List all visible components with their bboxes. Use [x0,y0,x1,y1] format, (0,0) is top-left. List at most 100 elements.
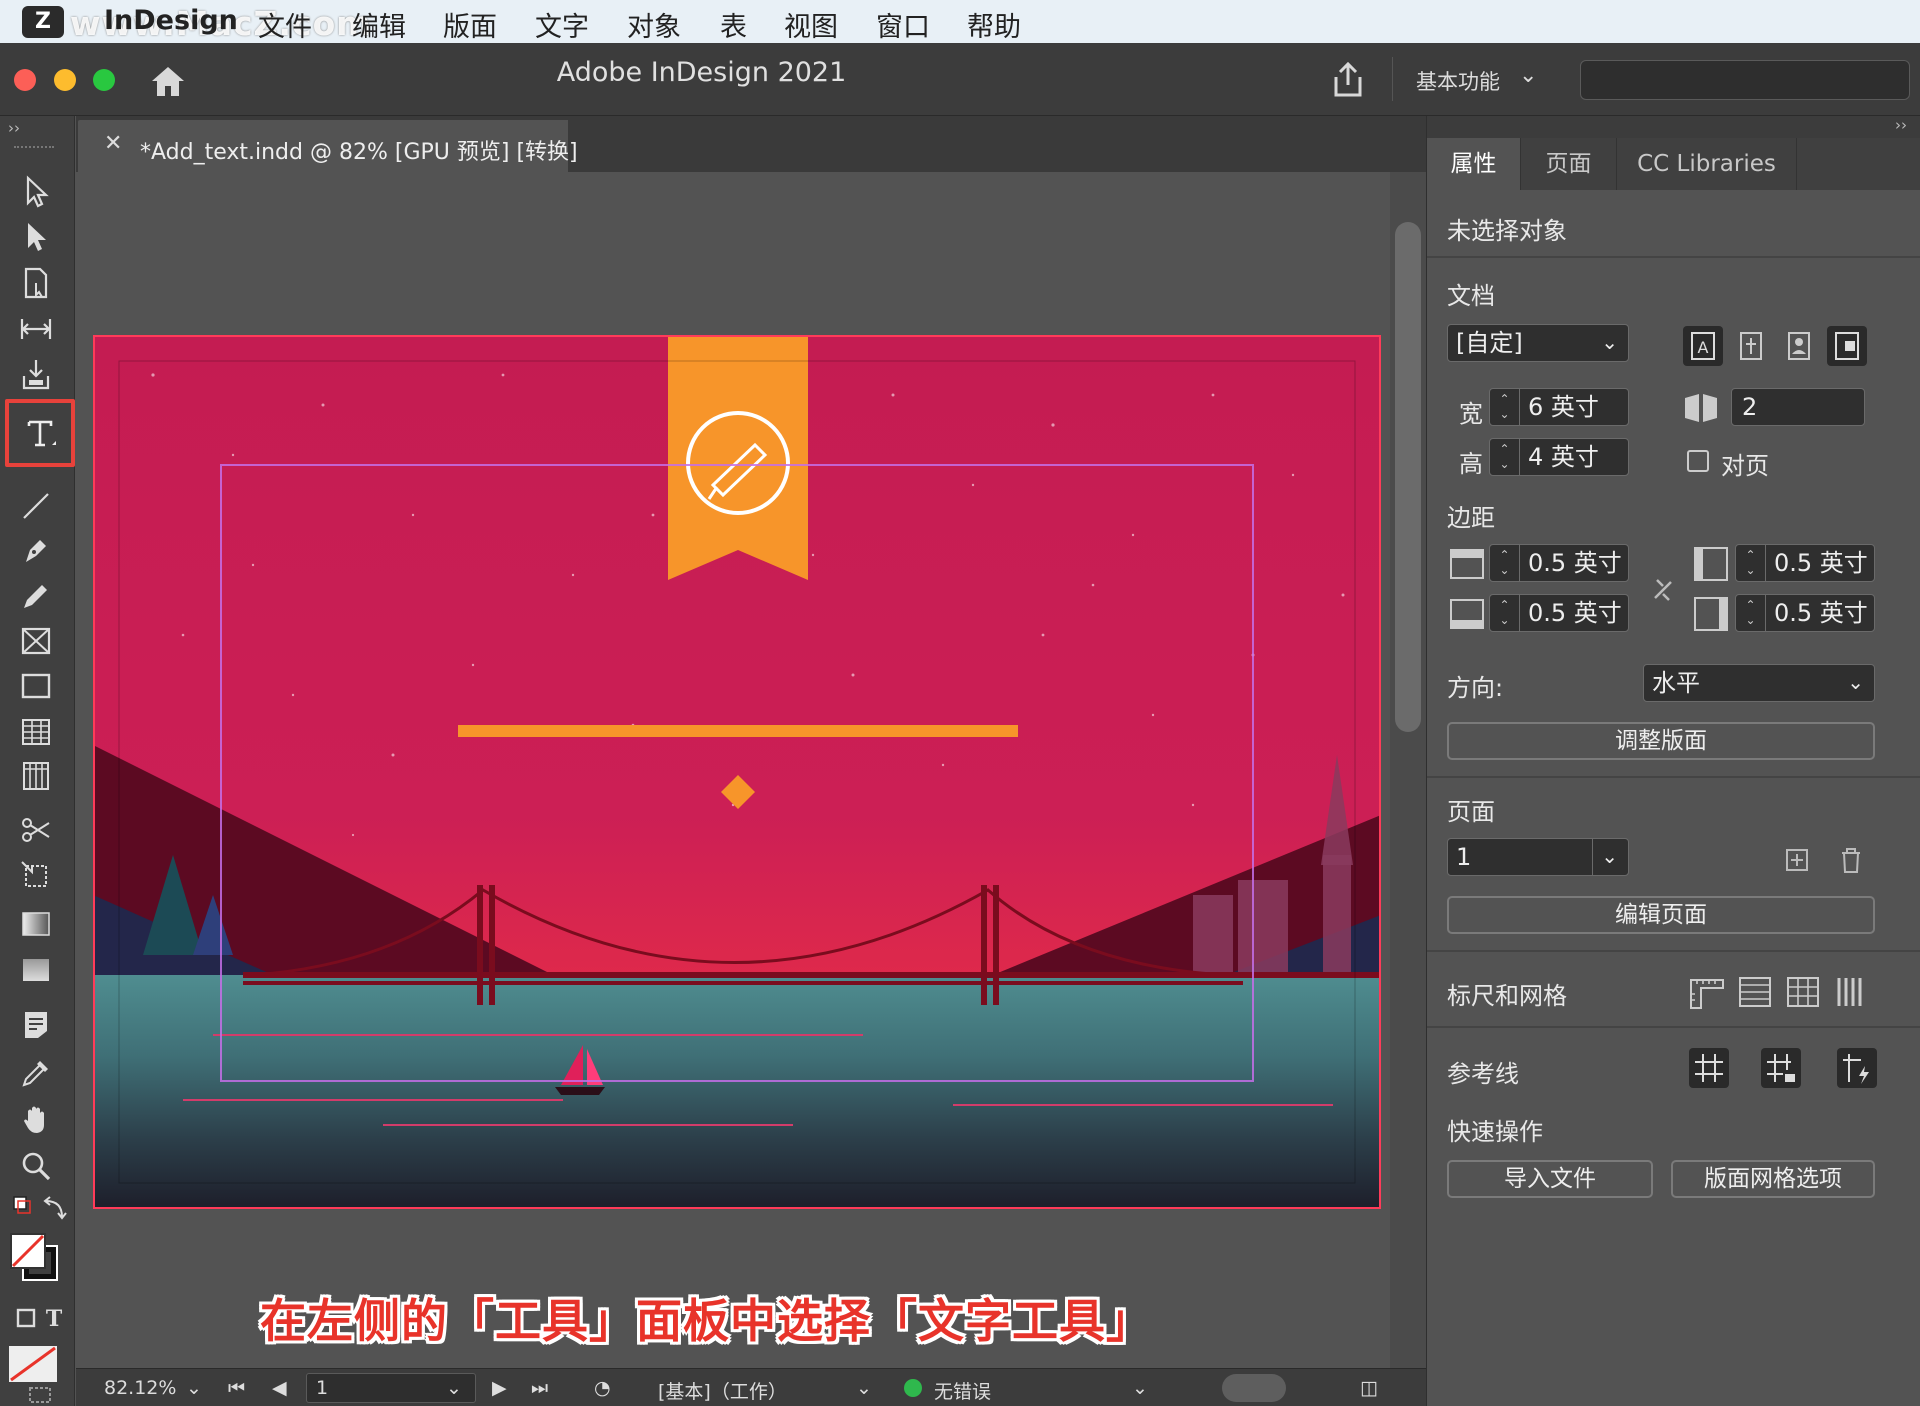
bleed-slug-icon[interactable] [1827,326,1867,366]
zoom-tool-icon[interactable] [14,1146,58,1186]
chevron-down-icon[interactable]: ⌄ [856,1377,872,1399]
page-tool-icon[interactable] [14,263,58,303]
scissors-tool-icon[interactable] [14,810,58,850]
split-view-icon[interactable]: ◫ [1360,1377,1378,1399]
document-preset-select[interactable]: [自定] ⌄ [1447,324,1629,362]
lock-guides-icon[interactable] [1761,1048,1801,1088]
document-page-artwork[interactable] [93,335,1381,1209]
width-value: 6 英寸 [1528,393,1599,421]
height-field[interactable]: ⌃ ⌄ 4 英寸 [1489,438,1629,476]
type-tool-icon[interactable] [5,399,75,467]
gradient-feather-tool-icon[interactable] [14,950,58,990]
menu-layout[interactable]: 版面 [443,5,497,44]
document-tab[interactable]: ✕ *Add_text.indd @ 82% [GPU 预览] [转换] [78,120,578,172]
chevron-down-icon[interactable]: ⌄ [1132,1377,1148,1399]
hand-tool-icon[interactable] [14,1099,58,1139]
edit-page-button[interactable]: 编辑页面 [1447,896,1875,934]
gap-tool-icon[interactable] [14,309,58,349]
unlink-margins-icon[interactable] [1643,570,1683,610]
menu-edit[interactable]: 编辑 [352,5,406,44]
tab-properties[interactable]: 属性 [1427,138,1521,190]
stepper-icon[interactable]: ⌃ ⌄ [1490,439,1520,475]
eyedropper-tool-icon[interactable] [14,1053,58,1093]
page-select[interactable]: 1 ⌄ [1447,838,1629,876]
content-collector-tool-icon[interactable] [14,354,58,394]
horizontal-scrollbar-thumb[interactable] [1222,1374,1286,1402]
margin-top-field[interactable]: ⌃ ⌄ 0.5 英寸 [1489,544,1629,582]
section-guides: 参考线 [1447,1060,1519,1088]
layout-grid-options-button[interactable]: 版面网格选项 [1671,1160,1875,1198]
tab-pages[interactable]: 页面 [1521,138,1617,190]
stepper-icon[interactable]: ⌃ ⌄ [1736,545,1766,581]
workspace-switcher[interactable]: 基本功能 [1416,66,1500,96]
chevron-down-icon[interactable]: ⌄ [186,1377,202,1399]
baseline-grid-icon[interactable] [1735,972,1775,1012]
stepper-icon[interactable]: ⌃ ⌄ [1490,389,1520,425]
width-field[interactable]: ⌃ ⌄ 6 英寸 [1489,388,1629,426]
pencil-tool-icon[interactable] [14,576,58,616]
formatting-text-icon[interactable]: T [32,1298,76,1338]
tab-cc-libraries[interactable]: CC Libraries [1617,138,1797,190]
rectangle-tool-icon[interactable] [14,666,58,706]
last-page-icon[interactable]: ⏭ [531,1377,548,1399]
menu-help[interactable]: 帮助 [967,5,1021,44]
margin-right-field[interactable]: ⌃ ⌄ 0.5 英寸 [1735,594,1875,632]
menu-app-name[interactable]: InDesign [104,5,238,36]
chevron-down-icon[interactable]: ⌄ [1519,63,1537,88]
screen-mode-icon[interactable] [18,1384,62,1404]
note-tool-icon[interactable] [14,1005,58,1045]
smart-guides-icon[interactable] [1837,1048,1877,1088]
text-direction-icon[interactable] [1731,326,1771,366]
adjust-layout-button[interactable]: 调整版面 [1447,722,1875,760]
vertical-scrollbar-thumb[interactable] [1395,222,1421,732]
menu-window[interactable]: 窗口 [876,5,930,44]
layout-grid-icon[interactable] [1831,972,1871,1012]
page-count-field[interactable]: 2 [1731,388,1865,426]
previous-page-icon[interactable]: ◀ [272,1377,287,1399]
preflight-icon[interactable]: ◔ [594,1377,611,1399]
show-guides-icon[interactable] [1689,1048,1729,1088]
swap-fill-stroke-icon[interactable] [32,1189,76,1229]
free-transform-tool-icon[interactable] [14,856,58,896]
menu-type[interactable]: 文字 [535,5,589,44]
menu-object[interactable]: 对象 [627,5,681,44]
import-file-button[interactable]: 导入文件 [1447,1160,1653,1198]
table-tool-icon[interactable] [14,712,58,752]
collapse-panel-icon[interactable]: ›› [8,119,20,137]
orientation-select[interactable]: 水平 ⌄ [1643,664,1875,702]
line-tool-icon[interactable] [14,486,58,526]
document-canvas[interactable] [76,172,1426,1368]
menu-view[interactable]: 视图 [784,5,838,44]
fill-stroke-swatch-icon[interactable] [0,1228,70,1288]
panel-grip[interactable] [14,146,54,150]
document-grid-icon[interactable] [1783,972,1823,1012]
ruler-icon[interactable] [1687,972,1727,1012]
margin-left-field[interactable]: ⌃ ⌄ 0.5 英寸 [1735,544,1875,582]
next-page-icon[interactable]: ▶ [492,1377,507,1399]
menu-table[interactable]: 表 [720,5,747,44]
stepper-icon[interactable]: ⌃ ⌄ [1490,595,1520,631]
primary-text-frame-icon[interactable]: A [1683,326,1723,366]
gradient-swatch-tool-icon[interactable] [14,904,58,944]
document-profile-icon[interactable] [1779,326,1819,366]
rectangle-frame-tool-icon[interactable] [14,621,58,661]
stepper-icon[interactable]: ⌃ ⌄ [1736,595,1766,631]
stepper-icon[interactable]: ⌃ ⌄ [1490,545,1520,581]
menu-file[interactable]: 文件 [258,5,312,44]
selection-tool-icon[interactable] [14,171,58,211]
collapse-panel-icon[interactable]: ›› [1895,116,1907,134]
direct-selection-tool-icon[interactable] [14,216,58,256]
close-icon[interactable]: ✕ [104,131,122,156]
chevron-down-icon[interactable]: ⌄ [446,1377,462,1399]
margin-bottom-field[interactable]: ⌃ ⌄ 0.5 英寸 [1489,594,1629,632]
grid-tool-icon[interactable] [14,756,58,796]
add-page-icon[interactable] [1777,840,1817,880]
zoom-level[interactable]: 82.12% [104,1377,176,1399]
trash-icon[interactable] [1831,840,1871,880]
facing-pages-checkbox[interactable] [1687,450,1709,472]
search-input[interactable] [1580,60,1910,100]
pen-tool-icon[interactable] [14,530,58,570]
preflight-profile[interactable]: [基本]（工作） [658,1377,787,1404]
share-icon[interactable] [1330,61,1366,99]
first-page-icon[interactable]: ⏮ [228,1377,245,1399]
